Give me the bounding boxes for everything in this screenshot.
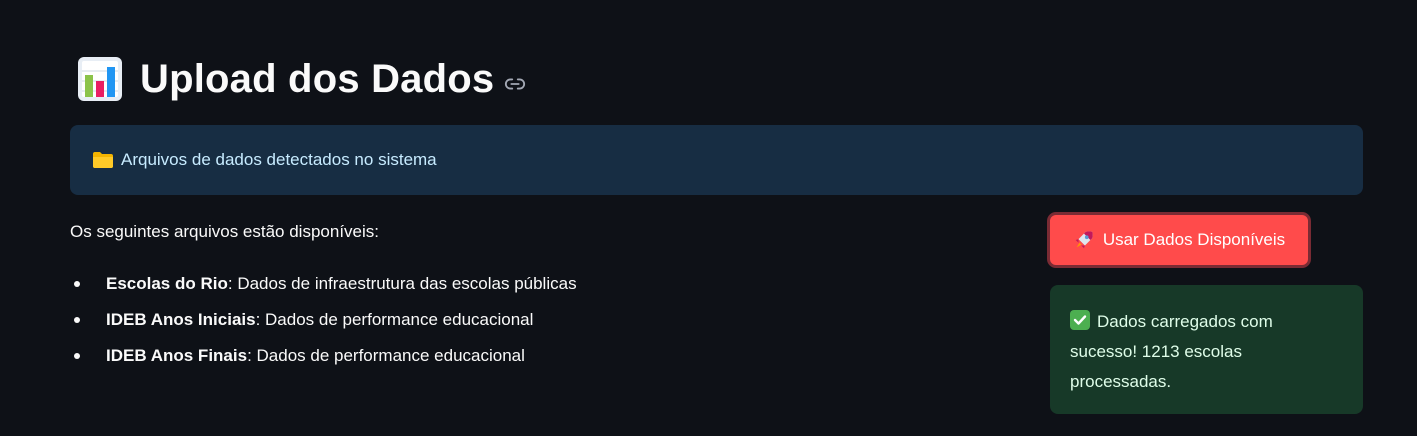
list-item: Escolas do Rio: Dados de infraestrutura …	[70, 268, 577, 304]
page: Upload dos Dados Arquivos de dados detec…	[0, 0, 1417, 436]
file-list: Escolas do Rio: Dados de infraestrutura …	[70, 268, 577, 376]
list-item: IDEB Anos Iniciais: Dados de performance…	[70, 304, 577, 340]
link-icon[interactable]	[504, 73, 526, 95]
file-description: : Dados de performance educacional	[255, 310, 534, 329]
page-title: Upload dos Dados	[140, 56, 495, 101]
folder-icon	[92, 150, 114, 170]
use-data-button[interactable]: Usar Dados Disponíveis	[1047, 212, 1311, 268]
bullet	[74, 353, 80, 359]
use-data-button-label: Usar Dados Disponíveis	[1102, 230, 1286, 249]
file-name: IDEB Anos Iniciais	[106, 310, 256, 329]
success-message: Dados carregados com sucesso! 1213 escol…	[1070, 307, 1343, 397]
success-alert: Dados carregados com sucesso! 1213 escol…	[1050, 285, 1363, 414]
list-item: IDEB Anos Finais: Dados de performance e…	[70, 340, 577, 376]
file-description: : Dados de performance educacional	[247, 346, 525, 365]
info-alert: Arquivos de dados detectados no sistema	[70, 125, 1363, 195]
use-data-button-content: Usar Dados Disponíveis	[1073, 229, 1285, 251]
bar-chart-icon	[76, 55, 124, 103]
info-text: Arquivos de dados detectados no sistema	[121, 150, 437, 169]
file-name: IDEB Anos Finais	[106, 346, 248, 365]
bullet	[74, 281, 80, 287]
page-header: Upload dos Dados	[76, 52, 526, 106]
success-text: Dados carregados com sucesso! 1213 escol…	[1070, 312, 1273, 391]
rocket-icon	[1073, 229, 1095, 251]
file-name: Escolas do Rio	[106, 274, 228, 293]
files-intro: Os seguintes arquivos estão disponíveis:	[70, 222, 380, 241]
check-icon	[1070, 310, 1090, 330]
bullet	[74, 317, 80, 323]
file-description: : Dados de infraestrutura das escolas pú…	[227, 274, 577, 293]
